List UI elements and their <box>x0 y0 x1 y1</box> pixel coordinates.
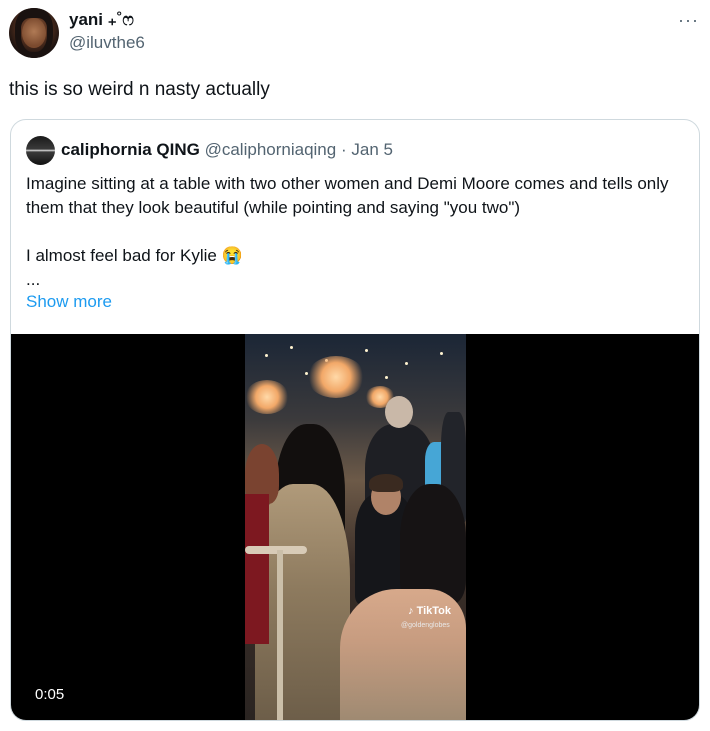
quoted-tweet-body: Imagine sitting at a table with two othe… <box>26 172 686 292</box>
ceiling-light <box>265 354 268 357</box>
chandelier <box>307 356 365 398</box>
more-options-icon[interactable]: ··· <box>678 10 699 31</box>
quoted-tweet-card[interactable]: caliphornia QING @caliphorniaqing · Jan … <box>10 119 700 721</box>
video-frame[interactable]: ♪ TikTok @goldenglobes <box>245 334 466 720</box>
tweet-author-avatar[interactable] <box>9 8 59 58</box>
avatar-face-shape <box>22 18 46 48</box>
chandelier <box>245 380 289 414</box>
chair-back-rail <box>245 546 307 554</box>
show-more-link[interactable]: Show more <box>26 292 112 312</box>
ceiling-light <box>365 349 368 352</box>
ceiling-light <box>385 376 388 379</box>
person-head <box>385 396 413 428</box>
quoted-body-line-1: Imagine sitting at a table with two othe… <box>26 174 669 217</box>
quoted-author-name[interactable]: caliphornia QING <box>61 140 200 159</box>
quoted-tweet-date[interactable]: Jan 5 <box>351 140 393 159</box>
ceiling-light <box>440 352 443 355</box>
tweet-text: this is so weird n nasty actually <box>9 79 270 100</box>
quoted-body-line-2: I almost feel bad for Kylie 😭 <box>26 246 243 265</box>
quoted-tweet-header: caliphornia QING @caliphorniaqing · Jan … <box>61 139 393 161</box>
tiktok-brand: TikTok <box>416 605 451 617</box>
woman-right-hair <box>400 484 466 604</box>
woman-gold-dress <box>255 484 350 720</box>
tiktok-handle: @goldenglobes <box>401 622 450 629</box>
quoted-author-avatar[interactable] <box>26 136 55 165</box>
chair-leg <box>277 550 283 720</box>
meta-separator: · <box>340 140 347 159</box>
ceiling-light <box>405 362 408 365</box>
woman-red-dress <box>245 494 269 644</box>
ceiling-light <box>290 346 293 349</box>
quoted-body-line-3: ... <box>26 270 41 289</box>
tiktok-watermark: ♪ TikTok <box>408 605 451 617</box>
tiktok-note-icon: ♪ <box>408 605 414 617</box>
quoted-author-handle[interactable]: @caliphorniaqing <box>205 140 337 159</box>
author-handle[interactable]: @iluvthe6 <box>69 33 145 53</box>
video-duration: 0:05 <box>35 686 65 703</box>
video-player[interactable]: ♪ TikTok @goldenglobes 0:05 <box>11 334 699 720</box>
seated-man-hair <box>369 474 403 492</box>
author-display-name[interactable]: yani ₊˚ෆ <box>69 10 134 30</box>
